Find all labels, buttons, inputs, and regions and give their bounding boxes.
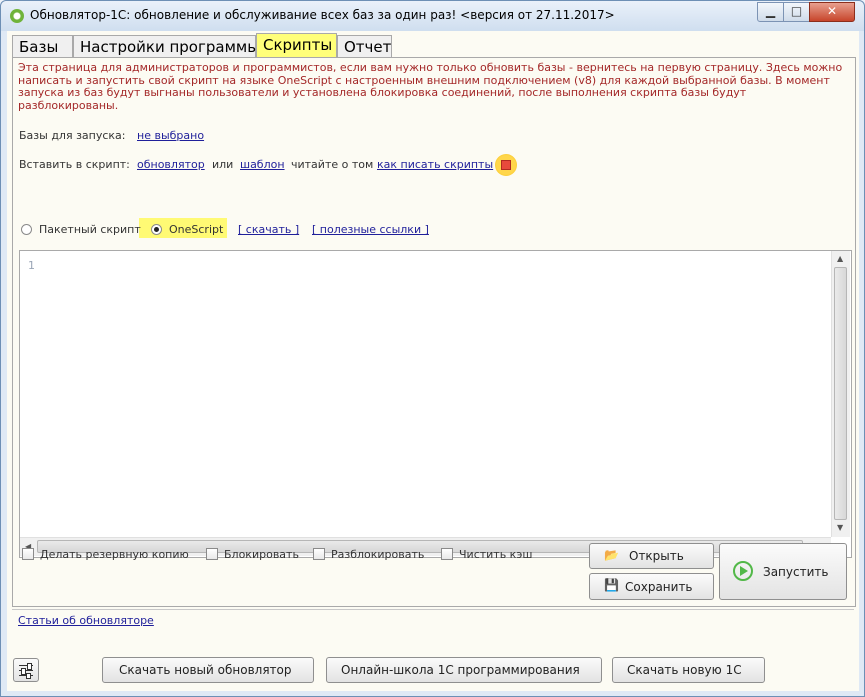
app-window: Обновлятор-1С: обновление и обслуживание… — [0, 0, 865, 697]
scroll-up-arrow-icon[interactable]: ▲ — [837, 254, 843, 263]
save-button[interactable]: 💾 Сохранить — [589, 573, 714, 600]
how-to-write-link[interactable]: как писать скрипты — [377, 158, 493, 171]
app-logo-icon — [10, 9, 24, 23]
bases-select-link[interactable]: не выбрано — [137, 129, 204, 142]
batch-script-radio[interactable] — [21, 224, 32, 235]
unlock-checkbox[interactable] — [313, 548, 325, 560]
info-text: Эта страница для администраторов и прогр… — [18, 61, 843, 112]
lock-checkbox[interactable] — [206, 548, 218, 560]
tab-report[interactable]: Отчет — [337, 35, 392, 57]
floppy-disk-icon: 💾 — [604, 578, 619, 592]
script-editor[interactable]: 1 ▲ ▼ ◀ ▶ — [19, 250, 852, 558]
onescript-label: OneScript — [169, 223, 224, 236]
online-school-button[interactable]: Онлайн-школа 1С программирования — [326, 657, 602, 683]
window-title: Обновлятор-1С: обновление и обслуживание… — [30, 8, 615, 22]
folder-icon: 📂 — [604, 548, 619, 562]
play-icon — [733, 561, 753, 581]
backup-checkbox[interactable] — [22, 548, 34, 560]
lock-label: Блокировать — [224, 548, 299, 561]
insert-updater-link[interactable]: обновлятор — [137, 158, 205, 171]
line-number: 1 — [28, 259, 35, 272]
download-1c-label: Скачать новую 1С — [627, 663, 742, 677]
open-button-label: Открыть — [629, 549, 684, 563]
scripts-panel: Эта страница для администраторов и прогр… — [12, 57, 856, 607]
bases-label: Базы для запуска: — [19, 129, 126, 142]
insert-template-link[interactable]: шаблон — [240, 158, 285, 171]
download-updater-label: Скачать новый обновлятор — [119, 663, 292, 677]
minimize-button[interactable]: ▁ — [757, 2, 784, 22]
download-link[interactable]: [ скачать ] — [238, 223, 299, 236]
unlock-label: Разблокировать — [331, 548, 425, 561]
articles-link[interactable]: Статьи об обновляторе — [18, 614, 154, 627]
gift-icon[interactable] — [495, 154, 517, 176]
clear-cache-label: Чистить кэш — [459, 548, 533, 561]
vertical-scroll-thumb[interactable] — [834, 267, 847, 520]
batch-script-label: Пакетный скрипт — [39, 223, 141, 236]
maximize-button[interactable]: □ — [783, 2, 810, 22]
insert-label: Вставить в скрипт: — [19, 158, 130, 171]
save-button-label: Сохранить — [625, 580, 693, 594]
settings-sliders-button[interactable] — [13, 658, 39, 682]
close-button[interactable]: ✕ — [809, 2, 855, 22]
read-about-label: читайте о том — [291, 158, 374, 171]
footer-divider — [12, 609, 854, 610]
useful-links-link[interactable]: [ полезные ссылки ] — [312, 223, 429, 236]
client-area: Базы Настройки программы Скрипты Отчет Э… — [7, 31, 859, 691]
backup-label: Делать резервную копию — [40, 548, 189, 561]
scroll-down-arrow-icon[interactable]: ▼ — [837, 523, 843, 532]
tab-scripts[interactable]: Скрипты — [256, 33, 337, 58]
vertical-scrollbar[interactable]: ▲ ▼ — [831, 251, 850, 537]
tab-settings[interactable]: Настройки программы — [73, 35, 259, 57]
clear-cache-checkbox[interactable] — [441, 548, 453, 560]
tab-bases[interactable]: Базы — [12, 35, 73, 57]
open-button[interactable]: 📂 Открыть — [589, 543, 714, 569]
online-school-label: Онлайн-школа 1С программирования — [341, 663, 580, 677]
run-button-label: Запустить — [763, 565, 829, 579]
sliders-icon — [19, 663, 33, 679]
run-button[interactable]: Запустить — [719, 543, 847, 600]
download-1c-button[interactable]: Скачать новую 1С — [612, 657, 765, 683]
download-updater-button[interactable]: Скачать новый обновлятор — [102, 657, 314, 683]
title-bar: Обновлятор-1С: обновление и обслуживание… — [1, 1, 864, 31]
insert-or-label: или — [212, 158, 234, 171]
onescript-radio[interactable] — [151, 224, 162, 235]
